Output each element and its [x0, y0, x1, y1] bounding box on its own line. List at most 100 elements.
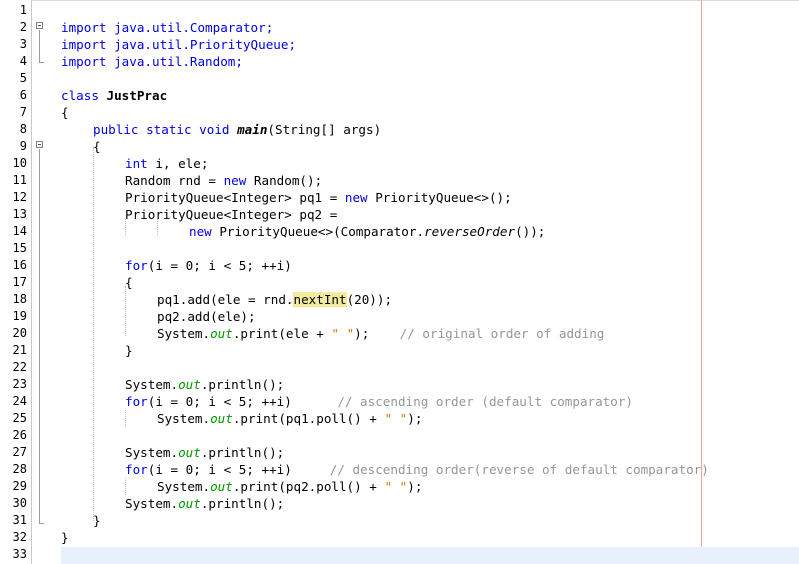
- code-line-17: {: [125, 274, 133, 291]
- code-text: );: [407, 411, 423, 426]
- code-text: PriorityQueue<Integer> pq1 =: [125, 190, 345, 205]
- fold-end-marker: [39, 62, 44, 63]
- static-field: out: [178, 445, 201, 460]
- line-number: 31: [12, 513, 27, 527]
- brace: }: [61, 530, 69, 545]
- keyword: class: [61, 88, 99, 103]
- code-line-13: PriorityQueue<Integer> pq2 =: [125, 206, 337, 223]
- line-number: 4: [19, 54, 27, 68]
- code-line-3: import java.util.PriorityQueue;: [61, 36, 296, 53]
- code-line-30: System.out.println();: [125, 495, 284, 512]
- highlighted-method: nextInt: [293, 292, 347, 307]
- code-line-14: new PriorityQueue<>(Comparator.reverseOr…: [189, 223, 545, 240]
- code-line-16: for(i = 0; i < 5; ++i): [125, 257, 292, 274]
- keyword: new: [344, 190, 368, 205]
- line-number: 29: [12, 479, 27, 493]
- line-number: 18: [12, 292, 27, 306]
- fold-toggle-icon[interactable]: [36, 22, 43, 29]
- method-name: main: [237, 122, 268, 137]
- line-number: 21: [12, 343, 27, 357]
- code-text: System.: [125, 496, 179, 511]
- code-line-11: Random rnd = new Random();: [125, 172, 322, 189]
- right-margin-line: [701, 0, 702, 564]
- line-number: 11: [12, 173, 27, 187]
- code-line-29: System.out.print(pq2.poll() + " ");: [157, 478, 422, 495]
- code-text: );: [407, 479, 423, 494]
- code-line-27: System.out.println();: [125, 444, 284, 461]
- code-text: System.: [157, 411, 211, 426]
- line-number: 20: [12, 326, 27, 340]
- code-line-18: pq1.add(ele = rnd.nextInt(20));: [157, 291, 392, 308]
- brace: {: [93, 139, 101, 154]
- line-number: 28: [12, 462, 27, 476]
- line-number: 24: [12, 394, 27, 408]
- class-name: JustPrac: [106, 88, 168, 103]
- code-text: );: [354, 326, 370, 341]
- code-text: ());: [515, 224, 546, 239]
- comment: // ascending order (default comparator): [337, 394, 634, 409]
- code-text: i, ele;: [147, 156, 209, 171]
- fold-toggle-icon[interactable]: [36, 141, 43, 148]
- line-number: 26: [12, 428, 27, 442]
- line-number: 2: [19, 20, 27, 34]
- code-line-32: }: [61, 529, 69, 546]
- code-text: Random();: [246, 173, 323, 188]
- line-number: 12: [12, 190, 27, 204]
- keyword: for: [125, 258, 148, 273]
- line-number: 22: [12, 360, 27, 374]
- code-text: .print(ele +: [232, 326, 332, 341]
- code-text: (i = 0; i < 5; ++i): [147, 462, 292, 477]
- static-field: out: [210, 411, 233, 426]
- indent-guide: [125, 478, 126, 495]
- line-number: 33: [12, 547, 27, 561]
- code-text: pq2.add(ele);: [157, 309, 256, 324]
- comment: // descending order(reverse of default c…: [329, 462, 709, 477]
- code-line-31: }: [93, 512, 101, 529]
- line-number: 16: [12, 258, 27, 272]
- indent-guide: [125, 286, 126, 336]
- code-editor[interactable]: 1 2 3 4 5 6 7 8 9 10 11 12 13 14 15 16 17 18 19 20 21 22 23 24 2…: [0, 0, 799, 564]
- code-text: .print(pq2.poll() +: [232, 479, 385, 494]
- comment: // original order of adding: [399, 326, 605, 341]
- brace: {: [61, 105, 69, 120]
- fold-guide: [39, 149, 40, 523]
- code-line-7: {: [61, 104, 69, 121]
- code-line-21: }: [125, 342, 133, 359]
- indent-guide: [93, 147, 94, 521]
- static-field: out: [210, 479, 233, 494]
- line-number-gutter: 1 2 3 4 5 6 7 8 9 10 11 12 13 14 15 16 17 18 19 20 21 22 23 24 2…: [0, 0, 32, 564]
- code-line-25: System.out.print(pq1.poll() + " ");: [157, 410, 422, 427]
- code-text: (i = 0; i < 5; ++i): [147, 258, 292, 273]
- string-literal: " ": [331, 326, 355, 341]
- string-literal: " ": [384, 411, 408, 426]
- code-line-2: import java.util.Comparator;: [61, 19, 273, 36]
- code-text: PriorityQueue<>(Comparator.: [211, 224, 425, 239]
- line-number: 1: [19, 3, 27, 17]
- code-line-4: import java.util.Random;: [61, 53, 243, 70]
- code-line-24: for(i = 0; i < 5; ++i) // ascending orde…: [125, 393, 633, 410]
- code-text: System.: [157, 326, 211, 341]
- code-line-23: System.out.println();: [125, 376, 284, 393]
- code-text: PriorityQueue<Integer> pq2 =: [125, 207, 338, 222]
- code-text: .println();: [200, 445, 285, 460]
- import-statement: import java.util.Comparator;: [61, 20, 274, 35]
- code-line-6: class JustPrac: [61, 87, 167, 104]
- code-line-10: int i, ele;: [125, 155, 208, 172]
- line-number: 3: [19, 37, 27, 51]
- line-number: 23: [12, 377, 27, 391]
- code-text: PriorityQueue<>();: [367, 190, 512, 205]
- fold-guide: [39, 30, 40, 62]
- fold-end-marker: [39, 523, 44, 524]
- keyword: for: [125, 394, 148, 409]
- line-number: 27: [12, 445, 27, 459]
- editor-top-border: [0, 0, 799, 1]
- indent-guide: [125, 410, 126, 427]
- keyword: new: [189, 224, 212, 239]
- code-text: (20));: [346, 292, 393, 307]
- keyword: new: [223, 173, 247, 188]
- static-field: out: [210, 326, 233, 341]
- line-number: 19: [12, 309, 27, 323]
- keyword: for: [125, 462, 148, 477]
- brace: }: [93, 513, 101, 528]
- static-field: out: [178, 377, 201, 392]
